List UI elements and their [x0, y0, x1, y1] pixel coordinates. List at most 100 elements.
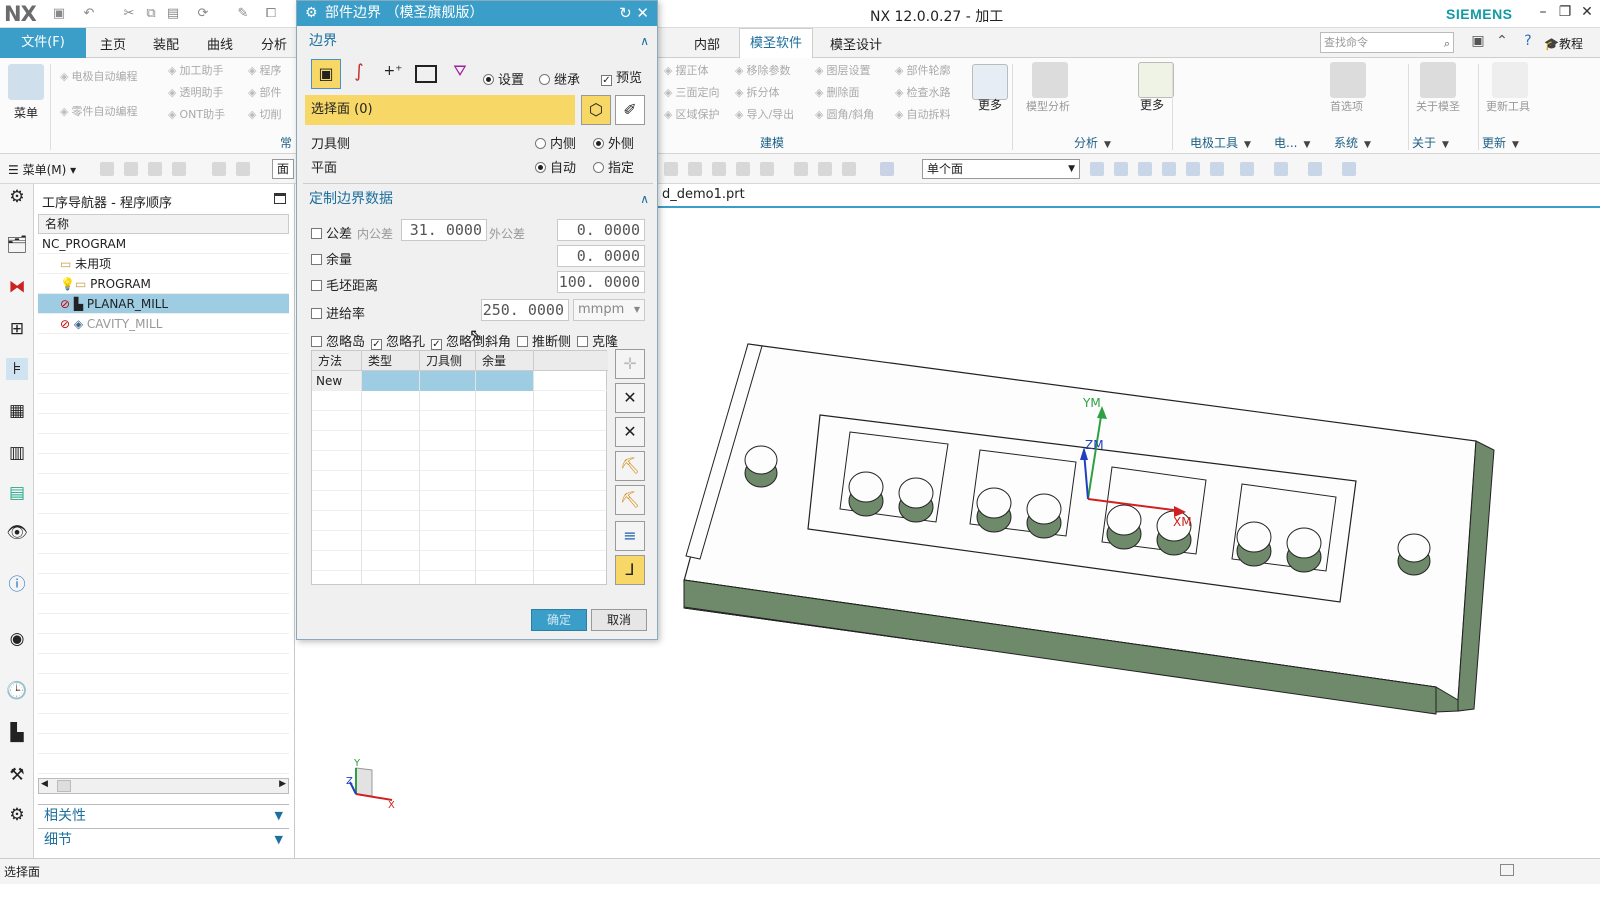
gear-icon[interactable]: ⚙: [305, 1, 318, 26]
split-body-button[interactable]: ◈ 拆分体: [735, 84, 779, 100]
tab-internal[interactable]: 内部: [694, 34, 720, 53]
layout-icon[interactable]: [1240, 162, 1254, 176]
main-menu-button[interactable]: ☰ 菜单(M) ▾: [8, 161, 76, 178]
tree-node-program[interactable]: 💡▭ PROGRAM: [38, 274, 289, 294]
save-icon[interactable]: ▣: [50, 5, 68, 23]
view-icon[interactable]: [1138, 162, 1152, 176]
panel-dependencies[interactable]: 相关性 ▼: [38, 804, 289, 826]
paste-icon[interactable]: ▤: [164, 5, 182, 23]
tree-node-planar-mill[interactable]: ⊘ ▙ PLANAR_MILL: [38, 294, 289, 314]
delete-face-button[interactable]: ◈ 删除面: [815, 84, 859, 100]
boundary-mode-icon[interactable]: ⛛: [447, 61, 473, 87]
ignore-hole-checkbox[interactable]: ✓ 忽略孔: [371, 331, 425, 350]
close-icon[interactable]: ✕: [636, 4, 649, 22]
tab-analysis[interactable]: 分析: [261, 34, 287, 53]
file-menu[interactable]: 文件(F): [0, 28, 86, 58]
more-icon-2[interactable]: [1138, 62, 1174, 98]
cut-icon[interactable]: ✂: [120, 5, 138, 23]
tool-icon[interactable]: [124, 162, 138, 176]
reset-icon[interactable]: ↻: [619, 4, 632, 22]
type-filter-combo[interactable]: 面: [272, 159, 294, 179]
view-icon[interactable]: [1114, 162, 1128, 176]
transparent-assistant-button[interactable]: ◈ 透明助手: [168, 84, 223, 100]
section-custom-boundary-header[interactable]: 定制边界数据 ∧: [303, 187, 653, 211]
part-navigator-icon[interactable]: ⊞: [6, 318, 28, 340]
repeat-command-icon[interactable]: ⟳: [194, 5, 212, 23]
snap-icon[interactable]: [760, 162, 774, 176]
tool-icon[interactable]: [212, 162, 226, 176]
cancel-button[interactable]: 取消: [591, 609, 647, 631]
view-icon[interactable]: [1186, 162, 1200, 176]
tolerance-checkbox[interactable]: 公差: [311, 223, 352, 242]
stock-field[interactable]: 0. 0000: [557, 245, 645, 267]
clone-checkbox[interactable]: 克隆: [577, 331, 618, 350]
preview-checkbox[interactable]: ✓ 预览: [601, 67, 642, 86]
about-button[interactable]: 关于模圣: [1416, 98, 1460, 114]
part-contour-button[interactable]: ◈ 部件轮廓: [895, 62, 950, 78]
curve-mode-icon[interactable]: ∫: [347, 61, 371, 87]
tree-node-unused[interactable]: ▭ 未用项: [38, 254, 289, 274]
tab-home[interactable]: 主页: [100, 34, 126, 53]
extrapolate-side-checkbox[interactable]: 推断侧: [517, 331, 571, 350]
brush-icon[interactable]: ✐: [615, 95, 645, 125]
info-icon[interactable]: ⓘ: [6, 574, 28, 596]
plane-specify-radio[interactable]: 指定: [593, 157, 634, 176]
operation-navigator-icon[interactable]: ⊧: [6, 358, 28, 380]
tool-icon[interactable]: [148, 162, 162, 176]
close-icon[interactable]: ✕: [1576, 4, 1598, 24]
blank-distance-checkbox[interactable]: 毛坯距离: [311, 275, 378, 294]
constraint-navigator-icon[interactable]: ⧓: [6, 276, 28, 298]
electrode-auto-program-button[interactable]: ◈ 电极自动编程: [60, 68, 137, 84]
minimize-icon[interactable]: –: [1532, 4, 1554, 24]
tool-icon[interactable]: [236, 162, 250, 176]
check-waterline-button[interactable]: ◈ 检查水路: [895, 84, 950, 100]
stock-checkbox[interactable]: 余量: [311, 249, 352, 268]
face-rule-select[interactable]: 单个面 ▼: [922, 159, 1080, 179]
feed-rate-checkbox[interactable]: 进给率: [311, 303, 365, 322]
blank-distance-field[interactable]: 100. 0000: [557, 271, 645, 293]
inner-tolerance-field[interactable]: 31. 0000: [401, 219, 487, 241]
web-browser-icon[interactable]: ◉: [6, 628, 28, 650]
preferences-button[interactable]: 首选项: [1330, 98, 1363, 114]
ribbon-options-icon[interactable]: ▣: [1468, 33, 1488, 53]
snap-icon[interactable]: [688, 162, 702, 176]
tutorial-link[interactable]: 🎓教程: [1544, 35, 1583, 52]
tab-mosheng-software[interactable]: 模圣软件: [739, 28, 814, 58]
copy-icon[interactable]: ⧉: [142, 5, 160, 23]
restore-icon[interactable]: ❐: [1554, 4, 1576, 24]
ignore-island-checkbox[interactable]: 忽略岛: [311, 331, 365, 350]
three-face-orient-button[interactable]: ◈ 三面定向: [664, 84, 719, 100]
feed-rate-field[interactable]: 250. 0000: [481, 299, 569, 321]
tab-mosheng-design[interactable]: 模圣设计: [830, 34, 882, 53]
roles-icon[interactable]: ▤: [6, 482, 28, 504]
list-order-icon[interactable]: ≡: [615, 521, 645, 551]
undo-icon[interactable]: ↶: [80, 5, 98, 23]
more-button-2[interactable]: 更多: [1140, 96, 1164, 113]
snap-icon[interactable]: [818, 162, 832, 176]
add-new-set-icon[interactable]: ✛: [615, 349, 645, 379]
tool-icon[interactable]: [100, 162, 114, 176]
machining-assistant-button[interactable]: ◈ 加工助手: [168, 62, 223, 78]
cut-button[interactable]: ◈ 切削: [248, 106, 281, 122]
update-tool-button[interactable]: 更新工具: [1486, 98, 1530, 114]
outer-tolerance-field[interactable]: 0. 0000: [557, 219, 645, 241]
more-icon[interactable]: [972, 64, 1008, 100]
view-icon[interactable]: [1090, 162, 1104, 176]
model-analysis-button[interactable]: 模型分析: [1026, 98, 1070, 114]
delete-icon[interactable]: ✕: [615, 383, 645, 413]
section-boundary-header[interactable]: 边界 ∧: [303, 29, 653, 53]
menu-big-label[interactable]: 菜单: [14, 104, 38, 121]
rectangle-mode-icon[interactable]: [415, 65, 437, 83]
rotate-icon[interactable]: [1162, 162, 1176, 176]
col-stock[interactable]: 余量: [476, 351, 534, 371]
snap-icon[interactable]: [842, 162, 856, 176]
window-icon[interactable]: ⧠: [262, 5, 280, 23]
tree-node-nc-program[interactable]: NC_PROGRAM: [38, 234, 289, 254]
program-button[interactable]: ◈ 程序: [248, 62, 281, 78]
panel-details[interactable]: 细节 ▼: [38, 828, 289, 850]
update-icon[interactable]: [1492, 62, 1528, 98]
gear-icon[interactable]: ⚙: [6, 186, 28, 208]
import-export-button[interactable]: ◈ 导入/导出: [735, 106, 794, 122]
tab-assembly[interactable]: 装配: [153, 34, 179, 53]
touch-mode-icon[interactable]: ✎: [234, 5, 252, 23]
